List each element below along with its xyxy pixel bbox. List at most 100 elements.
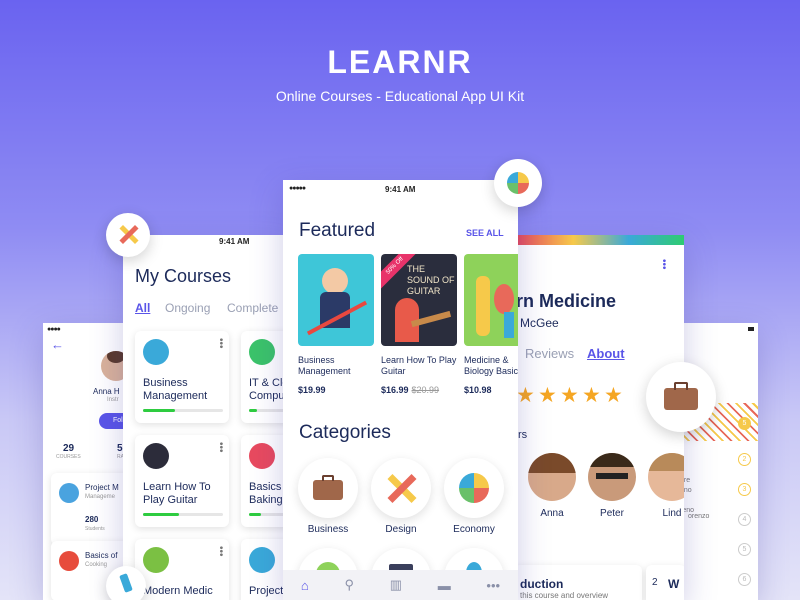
course-subtitle: Manageme [85,494,116,500]
search-icon[interactable]: ⚲ [344,577,354,593]
category-label: Design [385,524,417,535]
course-price: $16.99 $20.99 [381,385,440,395]
category-business[interactable]: Business [297,458,359,535]
tab-about[interactable]: About [587,346,625,361]
app-subtitle: Online Courses - Educational App UI Kit [275,88,525,104]
course-icon [143,443,169,469]
star-icon: ★ [604,384,623,407]
bottom-tab-bar: ⌂ ⚲ ▥ ▬ ••• [283,570,518,600]
home-icon[interactable]: ⌂ [301,578,309,593]
course-card[interactable]: ••• Learn How To Play Guitar [135,435,229,527]
course-title: Modern Medic [143,585,213,597]
tab-reviews[interactable]: Reviews [525,346,574,361]
avatar[interactable] [528,453,576,501]
pie-chart-icon [494,159,542,207]
list-text: orenzo [688,513,710,520]
header-image [518,235,684,245]
lesson-title: duction [520,577,564,591]
microscope-icon [106,566,146,600]
course-price: $19.99 [298,385,326,395]
students-count: 280 [85,515,99,524]
my-courses-screen: 9:41 AM My Courses All Ongoing Complete … [123,235,289,600]
pencil-ruler-icon [371,458,431,518]
categories-title: Categories [299,422,391,443]
stats-icon[interactable]: ▥ [390,577,402,593]
students-heading: rs [518,429,528,441]
featured-card[interactable]: Business Management $19.99 [298,254,374,395]
course-title: Project M [85,483,119,492]
courses-count-label: COURSES [56,454,81,460]
step-number: 4 [738,513,751,526]
progress-bar [143,409,223,412]
course-subtitle: Cooking [85,562,108,568]
avatar[interactable] [588,453,636,501]
featured-title: Featured [299,220,376,241]
progress-bar [143,513,223,516]
lesson-card[interactable]: 2 W [646,565,684,600]
course-card[interactable]: IT & Clo Compu [241,331,289,423]
category-economy[interactable]: Economy [443,458,505,535]
star-icon: ★ [582,384,601,407]
profile-role: Instr [107,397,119,403]
page-title: My Courses [135,266,232,286]
star-icon: ★ [538,384,557,407]
more-icon[interactable]: ••• [215,338,226,349]
course-icon [59,483,79,503]
profile-name: Anna H [93,387,120,396]
status-time: 9:41 AM [219,237,250,246]
tab-all[interactable]: All [135,301,150,315]
course-card[interactable]: Basics of Baking [241,435,289,527]
lesson-card[interactable]: duction this course and overview [518,565,642,600]
tab-complete[interactable]: Complete [227,301,278,315]
step-number: 3 [738,483,751,496]
more-icon[interactable]: ••• [215,442,226,453]
more-icon[interactable]: ••• [486,578,500,593]
course-icon [59,551,79,571]
star-icon: ★ [560,384,579,407]
course-icon [249,547,275,573]
course-card[interactable]: ••• Modern Medic [135,539,229,600]
tab-ongoing[interactable]: Ongoing [165,301,210,315]
more-icon[interactable]: ••• [658,259,669,270]
cover-text: THE SOUND OF GUITAR [407,264,455,296]
app-title: LEARNR [327,44,473,80]
battery-icon [748,327,754,331]
course-card[interactable]: Project [241,539,289,600]
signal-indicator: ●●●●● [289,185,306,192]
more-icon[interactable]: ••• [215,546,226,557]
students-label: Students [85,526,105,532]
course-price: $10.98 [464,385,492,395]
course-name: Business Management [298,355,351,376]
featured-card[interactable]: Medicine & Biology Basic $10.98 [464,254,518,395]
featured-screen: ●●●●● 9:41 AM Featured SEE ALL Business … [283,180,518,600]
course-card[interactable]: ••• Business Management [135,331,229,423]
category-design[interactable]: Design [370,458,432,535]
course-name: Learn How To Play Guitar [381,355,457,376]
courses-count: 29 [63,443,75,454]
course-icon [249,443,275,469]
avatar[interactable] [648,453,684,501]
chat-icon[interactable]: ▬ [438,578,451,593]
profile-screen: ●●●● ← Anna H Instr Foll 29 COURSES 5. R… [43,323,135,600]
back-arrow-icon[interactable]: ← [51,337,64,352]
course-name: Medicine & Biology Basic [464,355,518,376]
step-number: 5 [738,543,751,556]
course-title: Business Management [143,377,208,402]
signal-indicator: ●●●● [47,326,61,333]
student-name: Anna [540,508,564,519]
featured-card[interactable]: 50% Off THE SOUND OF GUITAR Learn How To… [381,254,457,395]
category-label: Business [307,524,349,535]
lesson-number: 2 [652,577,658,588]
briefcase-icon [646,362,716,432]
step-number: 2 [738,453,751,466]
course-cover: 50% Off THE SOUND OF GUITAR [381,254,457,346]
step-number: 6 [738,573,751,586]
pencil-ruler-icon [106,213,150,257]
course-cover [464,254,518,346]
see-all-link[interactable]: SEE ALL [466,228,504,238]
course-icon [143,339,169,365]
step-number: 5 [738,417,751,430]
course-icon [249,339,275,365]
course-title: Learn How To Play Guitar [143,481,211,506]
lesson-title: W [668,577,680,591]
